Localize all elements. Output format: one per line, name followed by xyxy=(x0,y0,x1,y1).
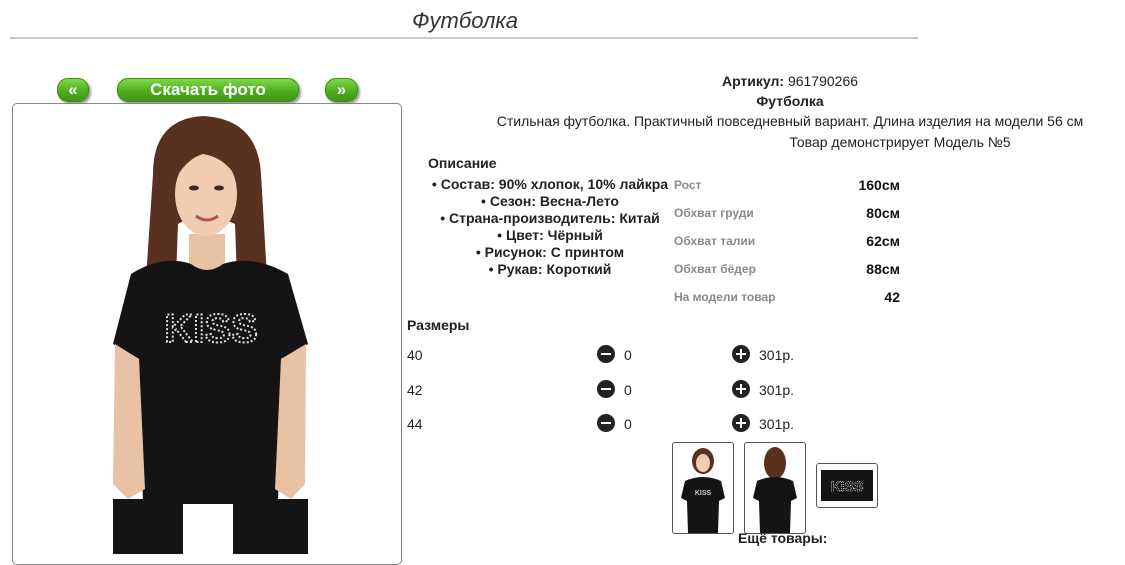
plus-icon[interactable] xyxy=(732,380,750,398)
size-row: 40 0 301р. xyxy=(407,345,827,365)
sizes-heading: Размеры xyxy=(407,317,470,333)
price-value: 301р. xyxy=(759,382,795,398)
main-photo-frame: KISS xyxy=(12,103,402,565)
product-description: Стильная футболка. Практичный повседневн… xyxy=(496,113,1084,129)
thumbnail-back-image xyxy=(753,447,797,533)
spec-item: Рисунок: С принтом xyxy=(420,244,680,261)
measure-value-hips: 88см xyxy=(866,261,900,277)
thumbnail-print-detail[interactable]: KISS xyxy=(816,463,878,508)
article-line: Артикул: 961790266 xyxy=(420,73,1125,89)
quantity-value: 0 xyxy=(624,416,632,432)
thumbnail-print-detail-image: KISS xyxy=(821,470,873,501)
price-value: 301р. xyxy=(759,416,795,432)
size-row: 44 0 301р. xyxy=(407,414,827,434)
measure-label-waist: Обхват талии xyxy=(674,234,756,248)
thumbnail-front[interactable]: KISS xyxy=(672,442,734,534)
spec-item: Цвет: Чёрный xyxy=(420,227,680,244)
spec-item: Рукав: Короткий xyxy=(420,261,680,278)
measure-label-model-size: На модели товар xyxy=(674,290,776,304)
measure-label-chest: Обхват груди xyxy=(674,206,754,220)
download-photo-button[interactable]: Скачать фото xyxy=(117,78,299,102)
size-label: 40 xyxy=(407,347,423,363)
plus-icon[interactable] xyxy=(732,345,750,363)
price-value: 301р. xyxy=(759,347,795,363)
size-row: 42 0 301р. xyxy=(407,380,827,400)
page-title: Футболка xyxy=(412,8,518,33)
minus-icon[interactable] xyxy=(597,380,615,398)
minus-icon[interactable] xyxy=(597,414,615,432)
measure-label-hips: Обхват бёдер xyxy=(674,262,756,276)
measure-value-model-size: 42 xyxy=(884,289,900,305)
plus-icon[interactable] xyxy=(732,414,750,432)
thumbnail-print-text: KISS xyxy=(831,478,864,494)
model-note: Товар демонстрирует Модель №5 xyxy=(789,134,1011,150)
thumbnail-front-image: KISS xyxy=(681,448,725,533)
more-goods-heading: Ещё товары: xyxy=(738,530,828,546)
description-heading: Описание xyxy=(428,155,497,171)
measure-value-chest: 80см xyxy=(866,205,900,221)
measure-value-height: 160см xyxy=(858,177,900,193)
article-value: 961790266 xyxy=(787,73,859,89)
measure-value-waist: 62см xyxy=(866,233,900,249)
article-label: Артикул: xyxy=(721,73,785,89)
product-name: Футболка xyxy=(756,93,824,109)
main-product-photo[interactable]: KISS xyxy=(53,104,363,554)
quantity-value: 0 xyxy=(624,347,632,363)
spec-list: Состав: 90% хлопок, 10% лайкра Сезон: Ве… xyxy=(420,176,680,278)
spec-item: Сезон: Весна-Лето xyxy=(420,193,680,210)
prev-photo-button[interactable]: « xyxy=(57,78,89,102)
spec-item: Страна-производитель: Китай xyxy=(420,210,680,227)
shirt-print-text: KISS xyxy=(164,307,257,351)
measure-label-height: Рост xyxy=(674,178,702,192)
thumbnail-print-text: KISS xyxy=(695,490,712,497)
next-photo-button[interactable]: » xyxy=(325,78,358,102)
spec-item: Состав: 90% хлопок, 10% лайкра xyxy=(420,176,680,193)
size-label: 44 xyxy=(407,416,423,432)
quantity-value: 0 xyxy=(624,382,632,398)
thumbnail-back[interactable] xyxy=(744,442,806,534)
minus-icon[interactable] xyxy=(597,345,615,363)
size-label: 42 xyxy=(407,382,423,398)
title-divider xyxy=(10,37,918,39)
